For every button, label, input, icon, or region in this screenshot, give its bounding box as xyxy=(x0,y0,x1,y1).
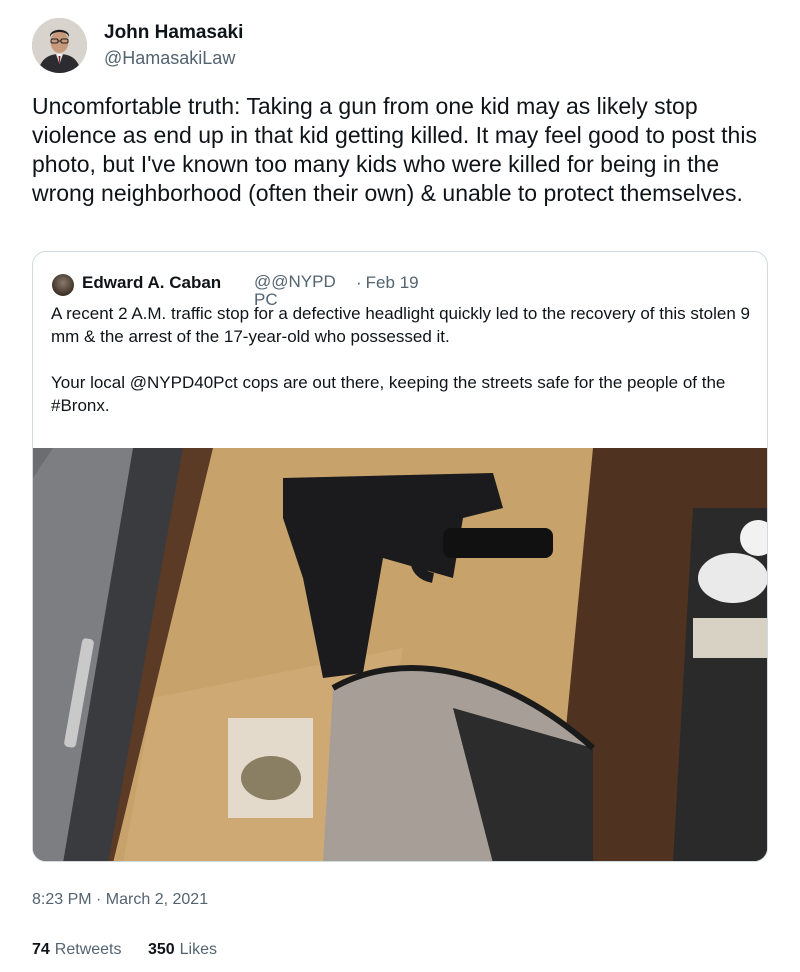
quoted-tweet-photo[interactable] xyxy=(33,448,767,861)
quoted-author-name[interactable]: Edward A. Caban xyxy=(82,273,221,293)
quoted-author-avatar[interactable] xyxy=(52,274,74,296)
likes-stat[interactable]: 350 Likes xyxy=(148,941,217,958)
photo-image xyxy=(33,448,767,861)
retweets-stat[interactable]: 74 Retweets xyxy=(32,941,122,958)
likes-label: Likes xyxy=(179,941,218,958)
author-handle[interactable]: @HamasakiLaw xyxy=(104,48,235,69)
quoted-paragraph-1: A recent 2 A.M. traffic stop for a defec… xyxy=(51,304,750,346)
quoted-tweet-text: A recent 2 A.M. traffic stop for a defec… xyxy=(51,302,761,417)
quoted-tweet-card[interactable]: Edward A. Caban @@NYPDPC · Feb 19 A recen… xyxy=(32,251,768,862)
quoted-date-text: Feb 19 xyxy=(365,273,419,292)
tweet-text: Uncomfortable truth: Taking a gun from o… xyxy=(32,93,757,206)
author-avatar[interactable] xyxy=(32,18,87,73)
quoted-paragraph-2: Your local @NYPD40Pct cops are out there… xyxy=(51,373,726,415)
avatar-image xyxy=(32,18,87,73)
engagement-stats: 74 Retweets 350 Likes xyxy=(32,941,217,959)
retweets-count: 74 xyxy=(32,941,50,958)
tweet-timestamp[interactable]: 8:23 PM · March 2, 2021 xyxy=(32,891,208,909)
quoted-date[interactable]: · Feb 19 xyxy=(356,273,419,293)
date-separator: · xyxy=(356,273,362,292)
author-name[interactable]: John Hamasaki xyxy=(104,22,243,44)
retweets-label: Retweets xyxy=(54,941,122,958)
likes-count: 350 xyxy=(147,941,175,958)
